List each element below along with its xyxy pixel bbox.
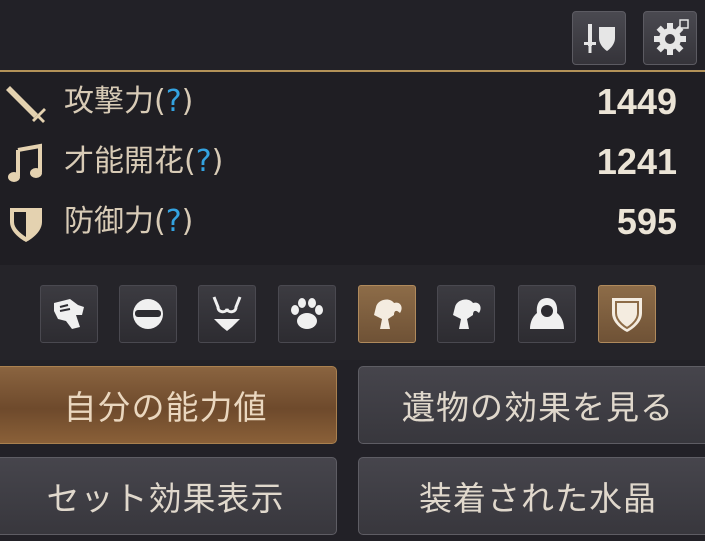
slot-mask[interactable] [119, 285, 177, 343]
mask-icon [133, 299, 163, 329]
slot-hair[interactable] [437, 285, 495, 343]
paw-icon [291, 298, 323, 329]
hooded-figure-icon [530, 298, 564, 329]
slot-costume[interactable] [518, 285, 576, 343]
help-link[interactable]: ? [196, 144, 212, 179]
shield-icon [10, 208, 42, 242]
ponytail-hair-icon [374, 299, 402, 329]
ponytail-hair-icon [453, 299, 481, 329]
equipment-slot-bar [0, 265, 705, 360]
my-stats-button[interactable]: 自分の能力値 [0, 366, 337, 444]
stat-value-attack: 1449 [596, 81, 677, 122]
slot-hair-active[interactable] [358, 285, 416, 343]
stat-label-attack: 攻撃力(?) [64, 84, 194, 119]
slot-gauntlet[interactable] [40, 285, 98, 343]
equipped-crystals-button[interactable]: 装着された水晶 [358, 457, 705, 535]
help-link[interactable]: ? [166, 204, 182, 239]
set-effects-button[interactable]: セット効果表示 [0, 457, 337, 535]
stat-row-defense: 防御力(?) 595 [0, 194, 705, 252]
gear-icon [654, 19, 689, 55]
settings-button[interactable] [643, 11, 697, 65]
stat-label-talent: 才能開花(?) [64, 144, 224, 179]
top-bar [0, 0, 705, 70]
stat-row-talent: 才能開花(?) 1241 [0, 134, 705, 192]
sword-shield-icon [584, 24, 615, 53]
slot-armor[interactable] [198, 285, 256, 343]
stat-value-talent: 1241 [596, 141, 677, 182]
gauntlet-icon [54, 299, 84, 329]
bikini-armor-icon [212, 296, 242, 331]
relic-effects-button[interactable]: 遺物の効果を見る [358, 366, 705, 444]
slot-shield-active[interactable] [598, 285, 656, 343]
equipment-toggle-button[interactable] [572, 11, 626, 65]
stats-panel: 攻撃力(?) 1449 才能開花(?) 1241 防御力(?) 595 [0, 72, 705, 265]
stat-label-defense: 防御力(?) [64, 204, 194, 239]
stat-row-attack: 攻撃力(?) 1449 [0, 74, 705, 132]
stat-value-defense: 595 [616, 201, 677, 242]
slot-pet[interactable] [278, 285, 336, 343]
music-note-icon [8, 143, 42, 182]
sword-icon [6, 86, 46, 123]
shield-icon [612, 298, 642, 332]
help-link[interactable]: ? [166, 84, 182, 119]
